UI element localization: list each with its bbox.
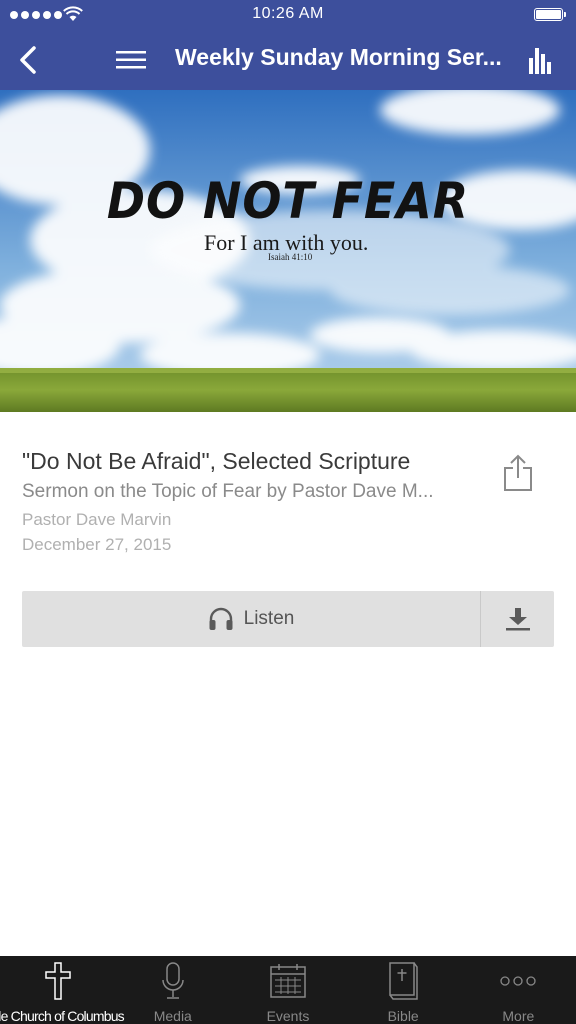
tab-media[interactable]: Media — [115, 956, 230, 1024]
tab-more[interactable]: More — [461, 956, 576, 1024]
page-title: Weekly Sunday Morning Ser... — [175, 44, 502, 70]
status-time: 10:26 AM — [252, 5, 324, 22]
sermon-artwork: DO NOT FEAR For I am with you. Isaiah 41… — [0, 90, 576, 412]
download-button[interactable] — [481, 591, 554, 647]
tab-label: Media — [153, 1008, 192, 1024]
status-bar: 10:26 AM — [0, 0, 576, 30]
back-button[interactable] — [10, 40, 46, 80]
sermon-details: "Do Not Be Afraid", Selected Scripture S… — [22, 446, 482, 557]
tab-label: More — [502, 1008, 535, 1024]
cross-icon — [44, 962, 71, 1000]
listen-button[interactable]: Listen — [22, 591, 480, 647]
battery-icon — [534, 8, 566, 21]
sermon-date: December 27, 2015 — [22, 535, 172, 554]
navigation-bar: Weekly Sunday Morning Ser... — [0, 30, 576, 90]
tab-label: Bible — [387, 1008, 419, 1024]
sermon-speaker: Pastor Dave Marvin — [22, 510, 172, 529]
calendar-icon — [270, 964, 306, 998]
sermon-title: "Do Not Be Afraid", Selected Scripture — [22, 448, 411, 474]
more-icon — [500, 976, 536, 986]
download-icon — [505, 608, 530, 631]
microphone-icon — [162, 962, 184, 999]
tab-events[interactable]: Events — [230, 956, 345, 1024]
share-button[interactable] — [500, 452, 536, 494]
media-actions: Listen — [22, 591, 554, 647]
share-icon — [504, 454, 532, 491]
bible-icon — [389, 962, 418, 1000]
bar-chart-icon — [529, 48, 551, 74]
artwork-heading: DO NOT FEAR — [106, 172, 470, 230]
tab-church[interactable]: ble Church of Columbus — [0, 956, 125, 1024]
artwork-reference: Isaiah 41:10 — [268, 252, 313, 262]
hamburger-icon — [116, 51, 146, 69]
stats-button[interactable] — [528, 44, 558, 74]
tab-label: ble Church of Columbus — [0, 1008, 125, 1024]
header: 10:26 AM Weekly Sunday Morning Ser... — [0, 0, 576, 90]
tab-bar: ble Church of Columbus Media Events Bibl… — [0, 956, 576, 1024]
sermon-subtitle: Sermon on the Topic of Fear by Pastor Da… — [22, 481, 434, 502]
tab-bible[interactable]: Bible — [346, 956, 461, 1024]
headphones-icon — [209, 607, 233, 630]
tab-label: Events — [266, 1008, 310, 1024]
menu-button[interactable] — [112, 42, 150, 78]
listen-label: Listen — [243, 608, 295, 629]
chevron-left-icon — [20, 46, 36, 74]
